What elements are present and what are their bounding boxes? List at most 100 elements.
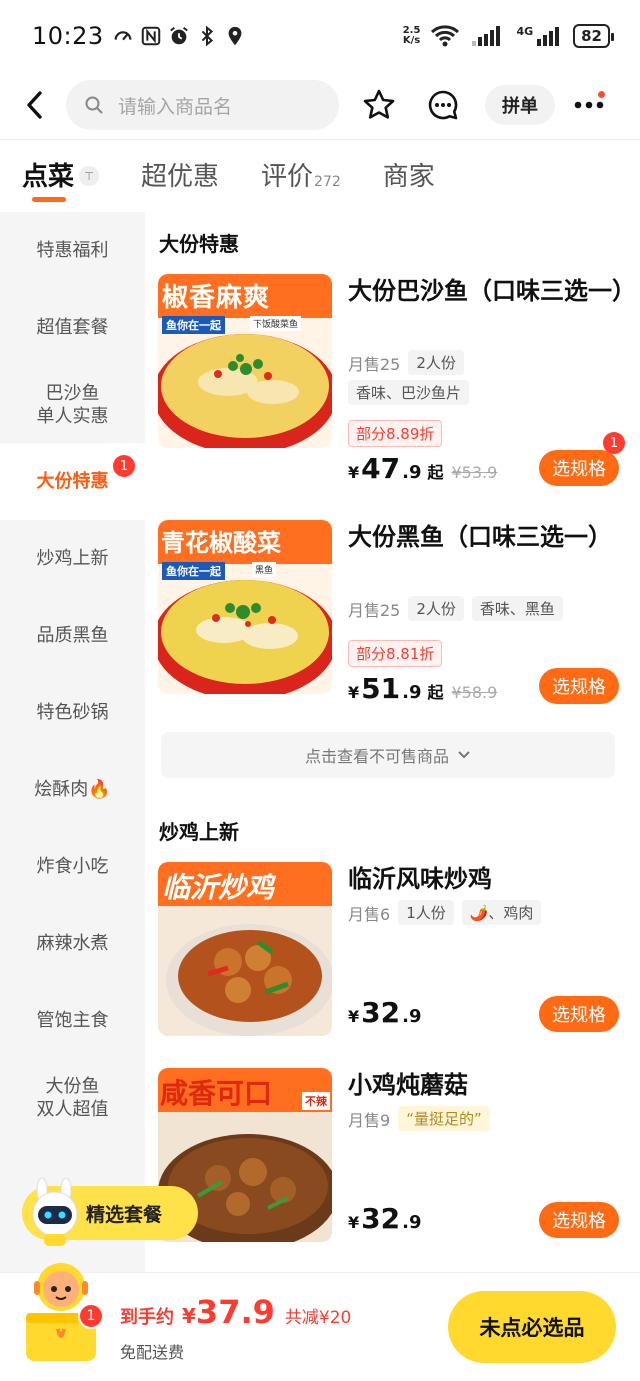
sidebar-item-crispy-pork[interactable]: 烩酥肉🔥 (0, 751, 145, 828)
top-navigation: 请输入商品名 拼单 (0, 72, 640, 138)
product-card[interactable]: 临沂炒鸡 临沂风味炒鸡 月售6 1人份 🌶️、鸡肉 ¥ 32 .9 选规格 (158, 862, 628, 1052)
sidebar-item-label: 大份鱼 双人超值 (36, 1075, 109, 1120)
product-sales: 月售9 (348, 1110, 391, 1130)
sidebar-item-double-fish[interactable]: 大份鱼 双人超值 (0, 1059, 145, 1136)
product-meta: 月售25 2人份 (348, 350, 464, 375)
sidebar-item-new-chicken[interactable]: 炒鸡上新 (0, 520, 145, 597)
choose-spec-label: 选规格 (552, 1211, 606, 1232)
product-price: ¥ 51 .9 起 ¥58.9 (348, 672, 497, 705)
favorite-button[interactable] (355, 81, 403, 129)
product-image-title: 咸香可口 (160, 1077, 273, 1110)
price-integer: 32 (361, 996, 401, 1029)
show-unavailable-button[interactable]: 点击查看不可售商品 (161, 732, 615, 778)
sidebar-item-fried-snacks[interactable]: 炸食小吃 (0, 828, 145, 905)
sidebar-item-large-deals[interactable]: 大份特惠 1 (0, 443, 145, 520)
product-image-tag: 下饭酸菜鱼 (250, 316, 302, 331)
price-decimal: .9 (402, 1212, 422, 1233)
nfc-icon (141, 26, 160, 46)
sidebar-item-label: 大份特惠 (36, 471, 109, 492)
estimated-total: 到手约 ¥ 37.9 共减¥20 (120, 1293, 351, 1331)
cart-count-badge: 1 (78, 1303, 104, 1329)
product-image-title: 临沂炒鸡 (162, 871, 275, 904)
product-name: 大份黑鱼（口味三选一） (348, 523, 612, 551)
product-meta: 月售9 “量挺足的” (348, 1106, 490, 1131)
tab-menu[interactable]: 点菜 ⊤ (22, 150, 100, 204)
original-price: ¥58.9 (451, 683, 498, 702)
active-tab-underline (32, 197, 66, 202)
sidebar-item-special-benefits[interactable]: 特惠福利 (0, 212, 145, 289)
product-image-title: 椒香麻爽 (162, 283, 271, 313)
product-card[interactable]: 咸香可口 不辣 小鸡炖蘑菇 月售9 “量挺足的” ¥ 32 .9 选规格 (158, 1068, 628, 1258)
checkout-button[interactable]: 未点必选品 (448, 1291, 616, 1363)
choose-spec-button[interactable]: 选规格 (539, 996, 619, 1032)
choose-spec-button[interactable]: 选规格 (539, 1202, 619, 1238)
product-meta: 香味、巴沙鱼片 (348, 380, 470, 405)
product-tag: 香味、黑鱼 (471, 596, 563, 621)
network-type: 4G (516, 24, 534, 38)
sidebar-item-value-combos[interactable]: 超值套餐 (0, 289, 145, 366)
battery-indicator: 82 (573, 24, 614, 48)
sidebar-item-spicy-boiled[interactable]: 麻辣水煮 (0, 905, 145, 982)
product-name: 小鸡炖蘑菇 (348, 1071, 468, 1099)
price-currency: ¥ (348, 1213, 360, 1232)
checkout-label: 未点必选品 (479, 1316, 585, 1340)
product-sales: 月售25 (348, 600, 401, 620)
back-button[interactable] (24, 85, 58, 125)
tab-deals[interactable]: 超优惠 (141, 150, 219, 204)
sidebar-item-basa-single[interactable]: 巴沙鱼 单人实惠 (0, 366, 145, 443)
product-image: 临沂炒鸡 (158, 862, 332, 1036)
product-name: 大份巴沙鱼（口味三选一） (348, 277, 636, 305)
status-bar: 10:23 2.5 K/s 4G 82 (0, 0, 640, 72)
sidebar-item-staples[interactable]: 管饱主食 (0, 982, 145, 1059)
price-integer: 51 (361, 672, 401, 705)
product-image-tag: 黑鱼 (252, 562, 277, 577)
choose-spec-button[interactable]: 选规格 1 (539, 432, 625, 486)
more-button[interactable] (569, 85, 609, 125)
more-dots-icon (574, 101, 604, 109)
search-input[interactable]: 请输入商品名 (66, 80, 339, 130)
price-integer: 47 (361, 452, 401, 485)
message-button[interactable] (419, 81, 467, 129)
sidebar-item-label: 巴沙鱼 单人实惠 (36, 382, 109, 427)
signal-2-icon (537, 27, 560, 46)
category-sidebar: 特惠福利 超值套餐 巴沙鱼 单人实惠 大份特惠 1 炒鸡上新 品质黑鱼 特色砂锅… (0, 212, 145, 1272)
product-meta: 月售6 1人份 🌶️、鸡肉 (348, 900, 542, 925)
total-amount: 37.9 (195, 1293, 275, 1331)
sidebar-item-label: 管饱主食 (36, 1010, 109, 1031)
chevron-down-icon (458, 751, 470, 759)
sidebar-count-badge: 1 (113, 455, 135, 477)
price-currency: ¥ (348, 1007, 360, 1026)
sidebar-item-black-fish[interactable]: 品质黑鱼 (0, 597, 145, 674)
sidebar-item-label: 麻辣水煮 (36, 933, 109, 954)
product-image-slogan: 鱼你在一起 (162, 562, 225, 580)
discount-badge: 部分8.81折 (348, 640, 443, 667)
product-sales: 月售25 (348, 354, 401, 374)
sidebar-item-label: 品质黑鱼 (36, 625, 109, 646)
robot-mascot-icon (32, 1178, 78, 1246)
choose-spec-button[interactable]: 选规格 (539, 668, 619, 704)
total-currency: ¥ (182, 1304, 196, 1328)
sidebar-item-label: 特色砂锅 (36, 702, 109, 723)
price-suffix: 起 (427, 463, 444, 482)
total-label: 到手约 (120, 1307, 174, 1328)
tab-merchant[interactable]: 商家 (383, 150, 435, 204)
product-review-tag: “量挺足的” (398, 1106, 490, 1131)
product-sales: 月售6 (348, 904, 391, 924)
checkout-bar: 1 到手约 ¥ 37.9 共减¥20 免配送费 未点必选品 (0, 1263, 640, 1381)
price-integer: 32 (361, 1202, 401, 1235)
product-card[interactable]: 青花椒酸菜 鱼你在一起 黑鱼 大份黑鱼（口味三选一） 月售25 2人份 香味、黑… (158, 520, 628, 710)
review-count: 272 (314, 174, 341, 190)
tab-reviews[interactable]: 评价 272 (261, 150, 341, 204)
product-name: 临沂风味炒鸡 (348, 865, 492, 893)
tab-deals-label: 超优惠 (141, 162, 220, 192)
price-currency: ¥ (348, 683, 360, 702)
tab-reviews-label: 评价 (261, 162, 314, 192)
tab-merchant-label: 商家 (382, 162, 435, 192)
sidebar-item-casserole[interactable]: 特色砂锅 (0, 674, 145, 751)
group-order-button[interactable]: 拼单 (485, 85, 555, 125)
alarm-icon (169, 26, 188, 45)
search-icon (85, 96, 103, 114)
network-speed: 2.5 K/s (402, 25, 421, 46)
product-card[interactable]: 椒香麻爽 鱼你在一起 下饭酸菜鱼 大份巴沙鱼（口味三选一） 月售25 2人份 香… (158, 274, 636, 486)
product-meta: 月售25 2人份 香味、黑鱼 (348, 596, 563, 621)
